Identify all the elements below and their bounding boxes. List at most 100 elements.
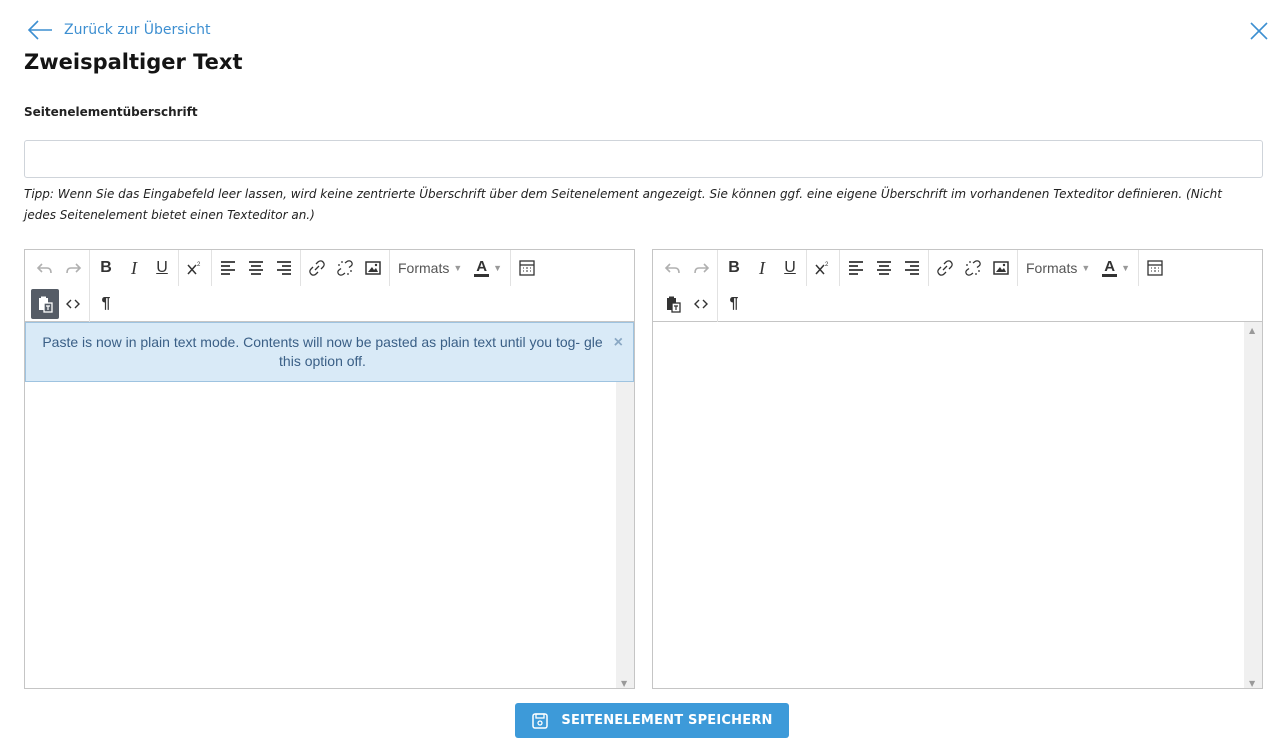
paste-as-text-button[interactable] bbox=[31, 289, 59, 319]
table-button[interactable] bbox=[513, 253, 541, 283]
undo-button[interactable] bbox=[659, 253, 687, 283]
undo-icon bbox=[36, 263, 52, 274]
bold-icon: B bbox=[728, 259, 740, 276]
svg-text:2: 2 bbox=[825, 262, 829, 268]
image-icon bbox=[993, 261, 1009, 275]
heading-tip: Tipp: Wenn Sie das Eingabefeld leer lass… bbox=[24, 187, 1222, 222]
link-button[interactable] bbox=[303, 253, 331, 283]
text-color-icon: A bbox=[474, 257, 490, 277]
close-button[interactable] bbox=[1246, 18, 1272, 44]
align-center-icon bbox=[877, 261, 891, 275]
heading-field-label: Seitenelementüberschrift bbox=[24, 105, 198, 119]
text-color-dropdown[interactable]: A ▼ bbox=[468, 253, 508, 283]
align-right-button[interactable] bbox=[898, 253, 926, 283]
align-left-icon bbox=[221, 261, 235, 275]
paste-text-icon bbox=[39, 296, 53, 313]
save-element-button[interactable]: SEITENELEMENT SPEICHERN bbox=[515, 703, 789, 738]
unlink-icon bbox=[337, 260, 353, 276]
pilcrow-icon: ¶ bbox=[101, 295, 111, 312]
right-editor-content[interactable] bbox=[653, 322, 1244, 688]
bold-button[interactable]: B bbox=[720, 253, 748, 283]
table-icon bbox=[519, 260, 535, 276]
redo-icon bbox=[694, 263, 710, 274]
align-center-icon bbox=[249, 261, 263, 275]
link-button[interactable] bbox=[931, 253, 959, 283]
link-icon bbox=[937, 260, 953, 276]
right-editor-scrollbar[interactable]: ▲ ▼ bbox=[1244, 322, 1262, 688]
heading-input[interactable] bbox=[24, 140, 1263, 178]
page-title: Zweispaltiger Text bbox=[24, 50, 243, 74]
undo-icon bbox=[664, 263, 680, 274]
image-button[interactable] bbox=[359, 253, 387, 283]
right-text-editor: B I U 2 Formats ▼ A ▼ ¶ ▲ ▼ bbox=[652, 249, 1263, 689]
image-icon bbox=[365, 261, 381, 275]
align-right-button[interactable] bbox=[270, 253, 298, 283]
unlink-button[interactable] bbox=[331, 253, 359, 283]
italic-button[interactable]: I bbox=[120, 253, 148, 283]
align-left-icon bbox=[849, 261, 863, 275]
formats-dropdown[interactable]: Formats ▼ bbox=[392, 253, 468, 283]
paste-mode-notice: Paste is now in plain text mode. Content… bbox=[25, 322, 634, 382]
right-editor-toolbar: B I U 2 Formats ▼ A ▼ ¶ bbox=[653, 250, 1262, 322]
superscript-button[interactable]: 2 bbox=[809, 253, 837, 283]
notice-close-icon[interactable]: × bbox=[614, 333, 623, 352]
text-color-dropdown[interactable]: A ▼ bbox=[1096, 253, 1136, 283]
underline-icon: U bbox=[784, 259, 796, 276]
align-center-button[interactable] bbox=[242, 253, 270, 283]
italic-icon: I bbox=[131, 257, 137, 278]
italic-icon: I bbox=[759, 257, 765, 278]
svg-text:2: 2 bbox=[197, 262, 201, 268]
source-code-button[interactable] bbox=[687, 289, 715, 319]
redo-button[interactable] bbox=[59, 253, 87, 283]
link-icon bbox=[309, 260, 325, 276]
pilcrow-icon: ¶ bbox=[729, 295, 739, 312]
code-icon bbox=[66, 299, 80, 309]
save-button-label: SEITENELEMENT SPEICHERN bbox=[561, 713, 773, 728]
underline-button[interactable]: U bbox=[148, 253, 176, 283]
left-text-editor: B I U 2 Formats ▼ A ▼ ¶ ▼ Paste is now i… bbox=[24, 249, 635, 689]
save-icon bbox=[532, 712, 549, 729]
undo-button[interactable] bbox=[31, 253, 59, 283]
bold-icon: B bbox=[100, 259, 112, 276]
unlink-icon bbox=[965, 260, 981, 276]
caret-down-icon: ▼ bbox=[1081, 263, 1091, 273]
show-blocks-button[interactable]: ¶ bbox=[720, 289, 748, 319]
superscript-icon: 2 bbox=[187, 262, 201, 275]
underline-button[interactable]: U bbox=[776, 253, 804, 283]
notice-text: Paste is now in plain text mode. Content… bbox=[42, 334, 603, 369]
formats-label: Formats bbox=[398, 260, 450, 276]
caret-down-icon: ▼ bbox=[493, 263, 503, 273]
bold-button[interactable]: B bbox=[92, 253, 120, 283]
table-button[interactable] bbox=[1141, 253, 1169, 283]
align-left-button[interactable] bbox=[214, 253, 242, 283]
paste-as-text-button[interactable] bbox=[659, 289, 687, 319]
image-button[interactable] bbox=[987, 253, 1015, 283]
table-icon bbox=[1147, 260, 1163, 276]
scroll-down-icon[interactable]: ▼ bbox=[1249, 679, 1255, 688]
code-icon bbox=[694, 299, 708, 309]
paste-text-icon bbox=[667, 296, 681, 313]
unlink-button[interactable] bbox=[959, 253, 987, 283]
caret-down-icon: ▼ bbox=[1121, 263, 1131, 273]
redo-icon bbox=[66, 263, 82, 274]
source-code-button[interactable] bbox=[59, 289, 87, 319]
align-center-button[interactable] bbox=[870, 253, 898, 283]
underline-icon: U bbox=[156, 259, 168, 276]
show-blocks-button[interactable]: ¶ bbox=[92, 289, 120, 319]
scroll-down-icon[interactable]: ▼ bbox=[621, 679, 627, 688]
align-right-icon bbox=[277, 261, 291, 275]
arrow-left-icon bbox=[27, 20, 52, 40]
back-link[interactable]: Zurück zur Übersicht bbox=[26, 18, 211, 42]
page: Zurück zur Übersicht Zweispaltiger Text … bbox=[0, 0, 1280, 749]
superscript-button[interactable]: 2 bbox=[181, 253, 209, 283]
close-icon bbox=[1250, 22, 1268, 40]
align-left-button[interactable] bbox=[842, 253, 870, 283]
superscript-icon: 2 bbox=[815, 262, 829, 275]
formats-dropdown[interactable]: Formats ▼ bbox=[1020, 253, 1096, 283]
scroll-up-icon[interactable]: ▲ bbox=[1249, 326, 1255, 335]
caret-down-icon: ▼ bbox=[453, 263, 463, 273]
align-right-icon bbox=[905, 261, 919, 275]
redo-button[interactable] bbox=[687, 253, 715, 283]
text-color-icon: A bbox=[1102, 257, 1118, 277]
italic-button[interactable]: I bbox=[748, 253, 776, 283]
